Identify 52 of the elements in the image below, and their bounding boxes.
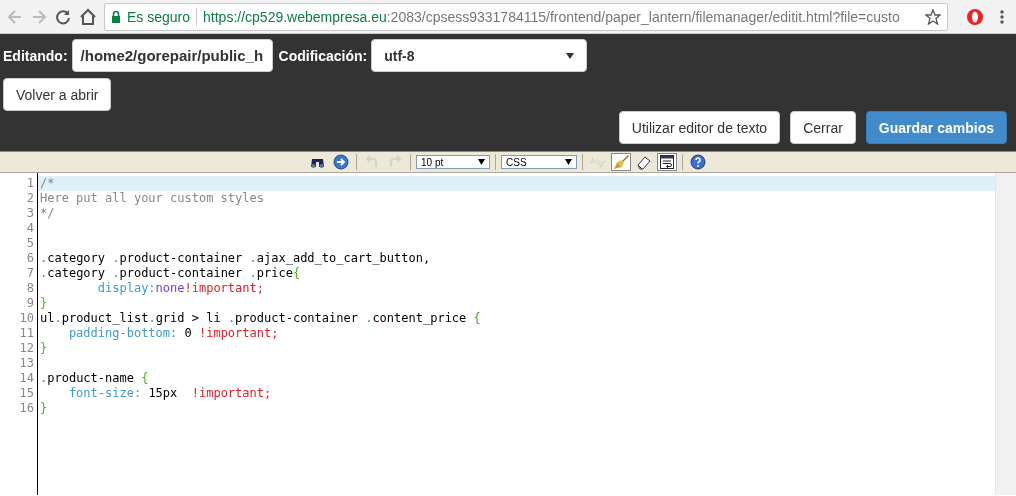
dropdown-arrow-icon bbox=[566, 52, 575, 59]
star-icon[interactable] bbox=[925, 8, 941, 25]
code-line: /* bbox=[40, 176, 55, 190]
home-icon[interactable] bbox=[78, 7, 98, 26]
text-editor-button[interactable]: Utilizar editor de texto bbox=[618, 111, 781, 144]
code-line: } bbox=[40, 296, 48, 310]
code-line: Here put all your custom styles bbox=[40, 191, 264, 205]
line-number: 9 bbox=[25, 296, 35, 311]
line-number: 13 bbox=[18, 356, 35, 371]
line-number: 8 bbox=[25, 281, 35, 296]
code-line: .category .product-container .price{ bbox=[40, 266, 301, 280]
line-number: 15 bbox=[18, 386, 35, 401]
scrollbar[interactable] bbox=[995, 173, 1016, 495]
encoding-label: Codificación: bbox=[278, 47, 368, 64]
code-line: } bbox=[40, 401, 48, 415]
close-button[interactable]: Cerrar bbox=[790, 111, 856, 144]
code-line: display:none!important; bbox=[96, 281, 264, 295]
dropdown-arrow-icon bbox=[478, 159, 485, 165]
code-line: } bbox=[40, 341, 48, 355]
code-line: font-size: 15px !important; bbox=[67, 386, 272, 400]
url-text: https://cp529.webempresa.eu:2083/cpsess9331784115/frontend/paper_lantern/filemanager/editit.html?file=custo bbox=[203, 8, 900, 25]
code-line: */ bbox=[40, 206, 55, 220]
line-number: 4 bbox=[25, 221, 35, 236]
path-field[interactable]: /home2/gorepair/public_h bbox=[71, 39, 273, 72]
security-label: Es seguro bbox=[127, 8, 191, 25]
code-line: .product-name { bbox=[40, 371, 149, 385]
dropdown-arrow-icon bbox=[565, 159, 572, 165]
line-number: 11 bbox=[18, 326, 35, 341]
font-size-select[interactable]: 10 pt bbox=[416, 155, 490, 169]
code-line: .category .product-container .ajax_add_to_cart_button, bbox=[40, 251, 431, 265]
save-button[interactable]: Guardar cambios bbox=[865, 111, 1007, 144]
word-wrap-icon[interactable] bbox=[657, 153, 677, 171]
line-number: 1 bbox=[25, 176, 35, 191]
path-label: Editando: bbox=[3, 47, 68, 64]
line-number: 5 bbox=[25, 236, 35, 251]
line-number: 12 bbox=[18, 341, 35, 356]
line-number: 6 bbox=[25, 251, 35, 266]
line-number: 10 bbox=[18, 311, 35, 326]
line-number: 7 bbox=[25, 266, 35, 281]
line-number: 2 bbox=[25, 191, 35, 206]
code-line: padding-bottom: 0 !important; bbox=[67, 326, 279, 340]
line-number: 14 bbox=[18, 371, 35, 386]
line-number: 16 bbox=[18, 401, 35, 416]
lock-icon bbox=[111, 10, 121, 23]
language-select[interactable]: CSS bbox=[501, 155, 577, 169]
code-line: ul.product_list.grid > li .product-container .content_price { bbox=[40, 311, 481, 325]
reopen-button[interactable]: Volver a abrir bbox=[3, 78, 112, 111]
help-icon[interactable] bbox=[688, 153, 708, 171]
address-bar[interactable]: Es seguro https://cp529.webempresa.eu:2083/cpsess9331784115/frontend/paper_lantern/filemanager/editit.html?file=custo bbox=[104, 2, 948, 31]
reload-icon[interactable] bbox=[54, 7, 72, 26]
encoding-select[interactable]: utf-8 bbox=[371, 39, 588, 72]
line-number: 3 bbox=[25, 206, 35, 221]
